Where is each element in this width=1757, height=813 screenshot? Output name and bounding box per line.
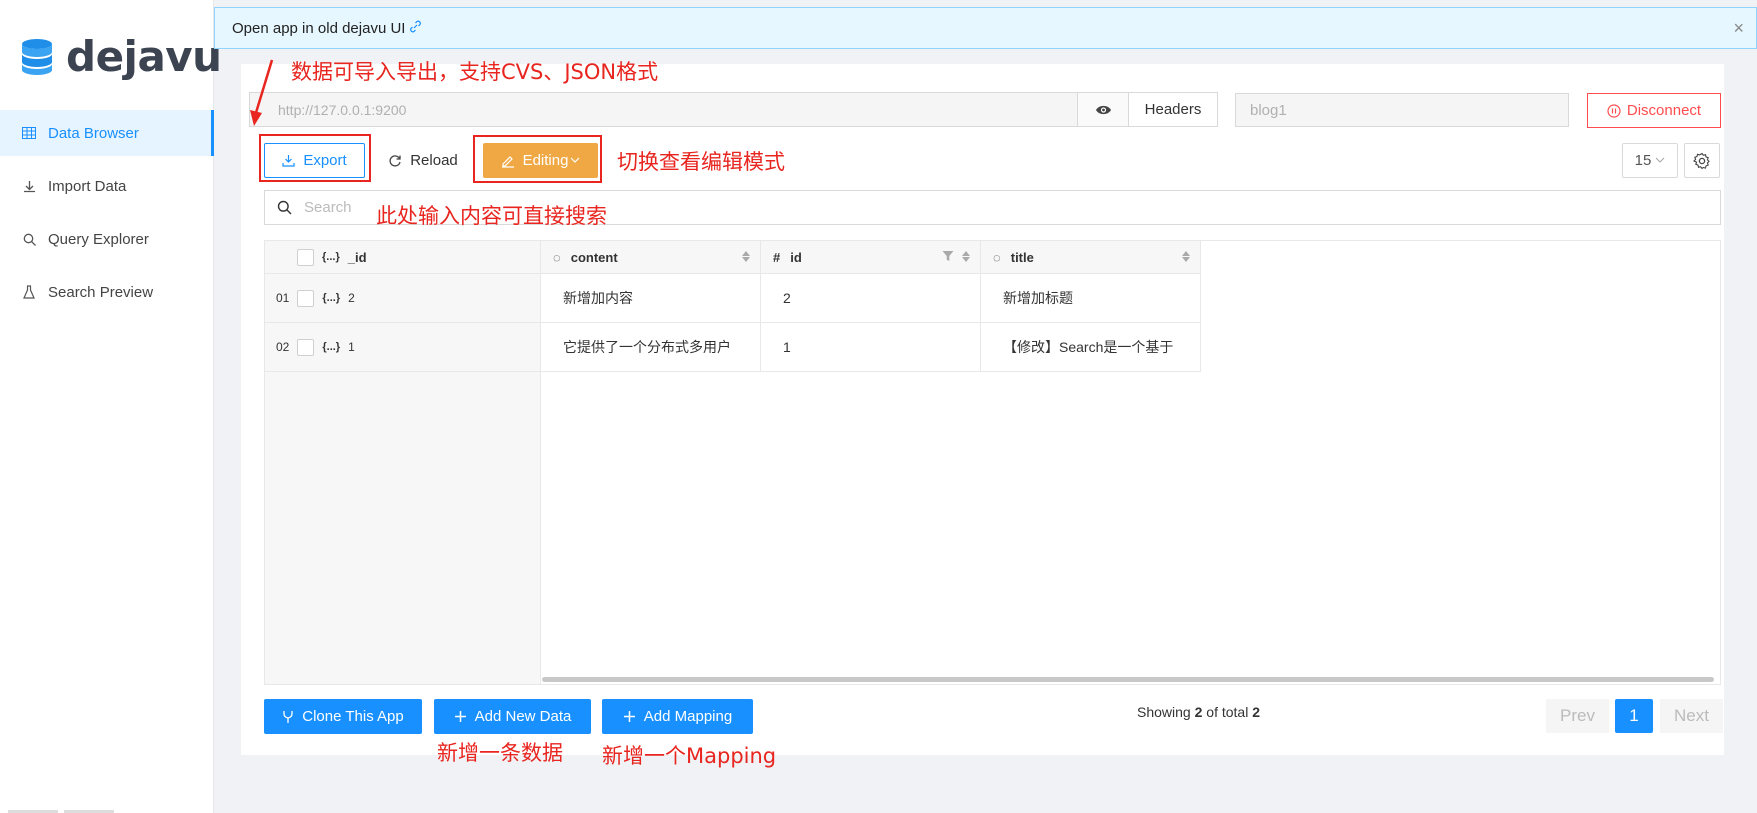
fork-icon bbox=[283, 710, 293, 723]
prev-page-button[interactable]: Prev bbox=[1546, 699, 1609, 733]
id-header-label: _id bbox=[347, 249, 367, 265]
editing-highlight-box bbox=[473, 135, 602, 183]
row-id: 1 bbox=[348, 340, 355, 354]
add-mapping-button[interactable]: Add Mapping bbox=[602, 699, 753, 734]
page-size-value: 15 bbox=[1634, 152, 1652, 169]
export-highlight-box bbox=[259, 134, 371, 182]
add-new-data-button[interactable]: Add New Data bbox=[434, 699, 591, 734]
column-title: content bbox=[570, 249, 618, 265]
gear-icon bbox=[1693, 152, 1710, 169]
sidebar-item-search-preview[interactable]: Search Preview bbox=[0, 269, 214, 315]
id-column-header: {...} _id bbox=[265, 241, 540, 274]
disconnect-label: Disconnect bbox=[1626, 102, 1702, 119]
cluster-url-input[interactable]: http://127.0.0.1:9200 bbox=[249, 92, 1078, 127]
json-view-icon[interactable]: {...} bbox=[322, 341, 340, 353]
filter-icon[interactable] bbox=[942, 250, 954, 265]
data-columns: ◌ content 新增加内容 它提供了一个分布式多用户 # id 2 1 ◌ … bbox=[541, 241, 1201, 372]
results-count: Showing 2 of total 2 bbox=[1137, 704, 1260, 720]
next-page-button[interactable]: Next bbox=[1660, 699, 1723, 733]
export-annotation: 数据可导入导出，支持CVS、JSON格式 bbox=[291, 60, 659, 84]
horizontal-scrollbar[interactable] bbox=[542, 677, 1714, 682]
old-ui-alert: Open app in old dejavu UI × bbox=[214, 7, 1757, 49]
page-number-button[interactable]: 1 bbox=[1615, 699, 1653, 733]
app-name-input[interactable]: blog1 bbox=[1235, 93, 1569, 127]
sort-icon[interactable] bbox=[962, 251, 970, 262]
logo-text: dejavu bbox=[66, 32, 222, 81]
eye-icon[interactable] bbox=[1077, 92, 1129, 127]
row-checkbox[interactable] bbox=[297, 338, 315, 356]
logo[interactable]: dejavu bbox=[20, 32, 222, 81]
search-icon bbox=[22, 232, 36, 246]
table-row[interactable]: 02 {...} 1 bbox=[265, 323, 540, 372]
alert-text[interactable]: Open app in old dejavu UI bbox=[232, 20, 405, 37]
sidebar-item-label: Search Preview bbox=[48, 283, 154, 301]
column-title: id bbox=[790, 249, 802, 265]
sidebar-item-data-browser[interactable]: Data Browser bbox=[0, 110, 214, 156]
sidebar-item-label: Import Data bbox=[48, 177, 127, 195]
column-header-id[interactable]: # id bbox=[761, 241, 980, 274]
table-cell[interactable]: 新增加内容 bbox=[541, 274, 760, 323]
sidebar-item-label: Data Browser bbox=[48, 124, 139, 142]
row-number: 02 bbox=[276, 340, 290, 354]
add-data-label: Add New Data bbox=[474, 708, 572, 725]
column-title: title bbox=[1010, 249, 1034, 265]
data-table: {...} _id 01 {...} 2 02 {...} 1 ◌ conten… bbox=[264, 240, 1721, 685]
add-mapping-annotation: 新增一个Mapping bbox=[602, 744, 777, 768]
sidebar-item-query-explorer[interactable]: Query Explorer bbox=[0, 216, 214, 262]
column-title: ◌ title 新增加标题 【修改】Search是一个基于 bbox=[981, 241, 1201, 372]
row-number: 01 bbox=[276, 291, 290, 305]
search-icon bbox=[277, 200, 292, 215]
annotation-arrow bbox=[250, 59, 274, 126]
add-data-annotation: 新增一条数据 bbox=[437, 741, 563, 765]
table-cell[interactable]: 1 bbox=[761, 323, 980, 372]
table-cell[interactable]: 它提供了一个分布式多用户 bbox=[541, 323, 760, 372]
chevron-down-icon bbox=[1655, 157, 1665, 163]
sidebar-nav: Data Browser Import Data Query Explorer … bbox=[0, 110, 214, 322]
search-annotation: 此处输入内容可直接搜索 bbox=[376, 204, 607, 228]
select-all-checkbox[interactable] bbox=[297, 248, 314, 266]
sort-icon[interactable] bbox=[1182, 251, 1190, 262]
disconnect-button[interactable]: Disconnect bbox=[1587, 93, 1721, 128]
clone-label: Clone This App bbox=[302, 708, 404, 725]
search-placeholder: Search bbox=[304, 199, 352, 216]
clone-app-button[interactable]: Clone This App bbox=[264, 699, 422, 734]
sidebar-item-import-data[interactable]: Import Data bbox=[0, 163, 214, 209]
table-cell[interactable]: 2 bbox=[761, 274, 980, 323]
row-id: 2 bbox=[348, 291, 355, 305]
headers-button[interactable]: Headers bbox=[1128, 92, 1218, 127]
table-cell[interactable]: 新增加标题 bbox=[981, 274, 1200, 323]
sort-icon[interactable] bbox=[742, 251, 750, 262]
number-type-icon: # bbox=[773, 249, 781, 265]
column-header-content[interactable]: ◌ content bbox=[541, 241, 760, 274]
id-column: {...} _id 01 {...} 2 02 {...} 1 bbox=[265, 241, 541, 684]
editing-annotation: 切换查看编辑模式 bbox=[617, 150, 785, 174]
column-header-title[interactable]: ◌ title bbox=[981, 241, 1200, 274]
settings-button[interactable] bbox=[1684, 143, 1720, 178]
add-mapping-label: Add Mapping bbox=[643, 708, 733, 725]
text-type-icon: ◌ bbox=[993, 249, 1001, 265]
reload-label: Reload bbox=[410, 152, 458, 169]
table-row[interactable]: 01 {...} 2 bbox=[265, 274, 540, 323]
table-icon bbox=[22, 126, 36, 140]
column-id: # id 2 1 bbox=[761, 241, 981, 372]
upload-icon bbox=[22, 179, 36, 193]
flask-icon bbox=[22, 285, 36, 299]
table-cell[interactable]: 【修改】Search是一个基于 bbox=[981, 323, 1200, 372]
pause-circle-icon bbox=[1607, 103, 1621, 118]
link-icon[interactable] bbox=[409, 20, 422, 36]
close-icon[interactable]: × bbox=[1733, 18, 1744, 39]
sidebar: dejavu Data Browser Import Data Query Ex… bbox=[0, 0, 222, 813]
page-size-select[interactable]: 15 bbox=[1622, 143, 1678, 178]
reload-button[interactable]: Reload bbox=[375, 143, 471, 178]
object-tag: {...} bbox=[322, 251, 340, 263]
row-checkbox[interactable] bbox=[297, 289, 315, 307]
reload-icon bbox=[389, 154, 401, 167]
column-content: ◌ content 新增加内容 它提供了一个分布式多用户 bbox=[541, 241, 761, 372]
json-view-icon[interactable]: {...} bbox=[322, 292, 340, 304]
database-logo-icon bbox=[22, 38, 52, 75]
text-type-icon: ◌ bbox=[553, 249, 561, 265]
plus-icon bbox=[623, 711, 635, 722]
plus-icon bbox=[454, 711, 466, 722]
sidebar-item-label: Query Explorer bbox=[48, 230, 149, 248]
